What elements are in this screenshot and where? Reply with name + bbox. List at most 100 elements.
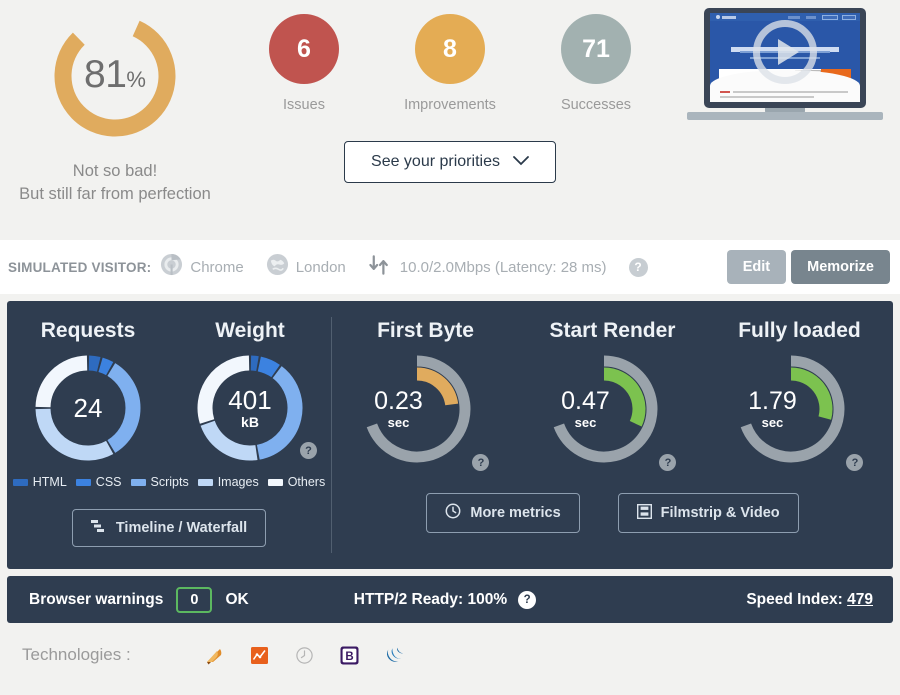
legend-item-images: Images xyxy=(198,475,259,489)
weight-value: 401 xyxy=(191,386,309,414)
speed-index-group: Speed Index: 479 xyxy=(746,591,873,609)
legend-label-scripts: Scripts xyxy=(151,475,189,489)
browser-warnings-state: OK xyxy=(225,591,248,609)
weight-help-icon[interactable]: ? xyxy=(300,442,317,459)
legend-item-html: HTML xyxy=(13,475,67,489)
requests-title: Requests xyxy=(7,301,169,343)
legend-swatch-images xyxy=(198,479,213,486)
fully-loaded-gauge: 1.79 sec ? xyxy=(729,345,869,473)
timings-button-row: More metrics Filmstrip & Video xyxy=(332,493,893,533)
http2-help-icon[interactable]: ? xyxy=(518,591,536,609)
first-byte-gauge: 0.23 sec ? xyxy=(355,345,495,473)
legend-label-css: CSS xyxy=(96,475,122,489)
metrics-panel: Requests Weight 24 401 xyxy=(7,301,893,569)
filmstrip-icon xyxy=(637,504,652,523)
site-footer-line-1 xyxy=(733,91,848,93)
count-item-successes[interactable]: 71 Successes xyxy=(541,14,651,113)
edit-button[interactable]: Edit xyxy=(727,250,786,284)
globe-icon xyxy=(266,253,289,281)
simulated-visitor-bar: SIMULATED VISITOR: Chrome xyxy=(0,240,900,294)
timeline-waterfall-label: Timeline / Waterfall xyxy=(116,520,247,536)
timeline-waterfall-button[interactable]: Timeline / Waterfall xyxy=(72,509,266,547)
counts-row: 6 Issues 8 Improvements 71 Successes xyxy=(249,14,651,113)
start-render-value: 0.47 xyxy=(548,388,622,415)
timeline-button-row: Timeline / Waterfall xyxy=(7,509,331,547)
memorize-button[interactable]: Memorize xyxy=(791,250,890,284)
visitor-actions: Edit Memorize xyxy=(727,250,890,284)
requests-value-group: 24 xyxy=(29,394,147,422)
legend-item-others: Others xyxy=(268,475,326,489)
more-metrics-button[interactable]: More metrics xyxy=(426,493,579,533)
start-render-gauge: 0.47 sec ? xyxy=(542,345,682,473)
site-footer-badge xyxy=(720,91,730,93)
legend-swatch-others xyxy=(268,479,283,486)
site-nav-item-1 xyxy=(788,16,800,19)
legend-label-html: HTML xyxy=(33,475,67,489)
improvements-circle[interactable]: 8 xyxy=(415,14,485,84)
dareboost-report-page: 81% Not so bad! But still far from perfe… xyxy=(0,0,900,695)
fully-loaded-gauge-cell: 1.79 sec ? xyxy=(706,345,893,473)
http2-label: HTTP/2 Ready: 100% xyxy=(354,591,507,609)
issues-circle[interactable]: 6 xyxy=(269,14,339,84)
chrome-icon xyxy=(160,253,183,281)
see-priorities-button[interactable]: See your priorities xyxy=(344,141,556,183)
bootstrap-icon[interactable]: B xyxy=(340,646,359,665)
first-byte-value: 0.23 xyxy=(361,388,435,415)
apache-icon[interactable] xyxy=(205,646,224,665)
weight-unit: kB xyxy=(191,414,309,430)
global-score-value: 81% xyxy=(40,53,190,97)
fully-loaded-value-group: 1.79 sec xyxy=(735,388,809,430)
legend-item-scripts: Scripts xyxy=(131,475,189,489)
browser-name: Chrome xyxy=(190,259,243,276)
improvements-count: 8 xyxy=(443,35,457,64)
successes-count: 71 xyxy=(582,35,610,64)
clock-icon xyxy=(445,503,461,523)
count-item-issues[interactable]: 6 Issues xyxy=(249,14,359,113)
site-nav-button-2 xyxy=(842,15,856,20)
counts-block: 6 Issues 8 Improvements 71 Successes xyxy=(230,0,670,183)
global-score-block: 81% Not so bad! But still far from perfe… xyxy=(0,0,230,206)
score-percent-symbol: % xyxy=(126,67,146,92)
fully-loaded-value: 1.79 xyxy=(735,388,809,415)
score-caption-line1: Not so bad! xyxy=(0,160,230,183)
simulated-visitor-title: SIMULATED VISITOR: xyxy=(8,260,151,275)
count-item-improvements[interactable]: 8 Improvements xyxy=(395,14,505,113)
legend-label-others: Others xyxy=(288,475,326,489)
first-byte-unit: sec xyxy=(361,415,435,430)
site-nav-item-2 xyxy=(806,16,816,19)
start-render-unit: sec xyxy=(548,415,622,430)
issues-label: Issues xyxy=(249,97,359,113)
visitor-connection: 10.0/2.0Mbps (Latency: 28 ms) xyxy=(368,254,607,281)
start-render-gauge-cell: 0.47 sec ? xyxy=(519,345,706,473)
google-analytics-icon[interactable] xyxy=(250,646,269,665)
weight-title: Weight xyxy=(169,301,331,343)
play-triangle xyxy=(778,39,799,65)
jquery-icon[interactable] xyxy=(385,646,404,665)
legend-swatch-scripts xyxy=(131,479,146,486)
clock-icon[interactable] xyxy=(295,646,314,665)
requests-donut: 24 xyxy=(29,349,147,467)
play-icon[interactable] xyxy=(753,20,817,84)
location-name: London xyxy=(296,259,346,276)
legend-swatch-css xyxy=(76,479,91,486)
chevron-down-icon xyxy=(513,153,529,171)
site-footer-line-2 xyxy=(720,96,814,98)
global-score-gauge: 81% xyxy=(40,6,190,146)
requests-weight-group: Requests Weight 24 401 xyxy=(7,301,331,569)
visitor-help-icon[interactable]: ? xyxy=(629,258,648,277)
filmstrip-video-label: Filmstrip & Video xyxy=(661,505,780,521)
issues-count: 6 xyxy=(297,35,311,64)
video-thumbnail-block[interactable] xyxy=(670,0,900,132)
weight-donut: 401 kB ? xyxy=(191,349,309,467)
legend-label-images: Images xyxy=(218,475,259,489)
see-priorities-label: See your priorities xyxy=(371,153,500,171)
status-bar: Browser warnings 0 OK HTTP/2 Ready: 100%… xyxy=(7,576,893,623)
donuts-row: 24 401 kB ? xyxy=(7,349,331,467)
speed-index-value[interactable]: 479 xyxy=(847,591,873,608)
gauge-headings: First Byte Start Render Fully loaded xyxy=(332,301,893,343)
successes-circle[interactable]: 71 xyxy=(561,14,631,84)
connection-speed: 10.0/2.0Mbps (Latency: 28 ms) xyxy=(400,259,607,276)
site-logo-text xyxy=(722,16,736,19)
filmstrip-video-button[interactable]: Filmstrip & Video xyxy=(618,493,799,533)
improvements-label: Improvements xyxy=(395,97,505,113)
